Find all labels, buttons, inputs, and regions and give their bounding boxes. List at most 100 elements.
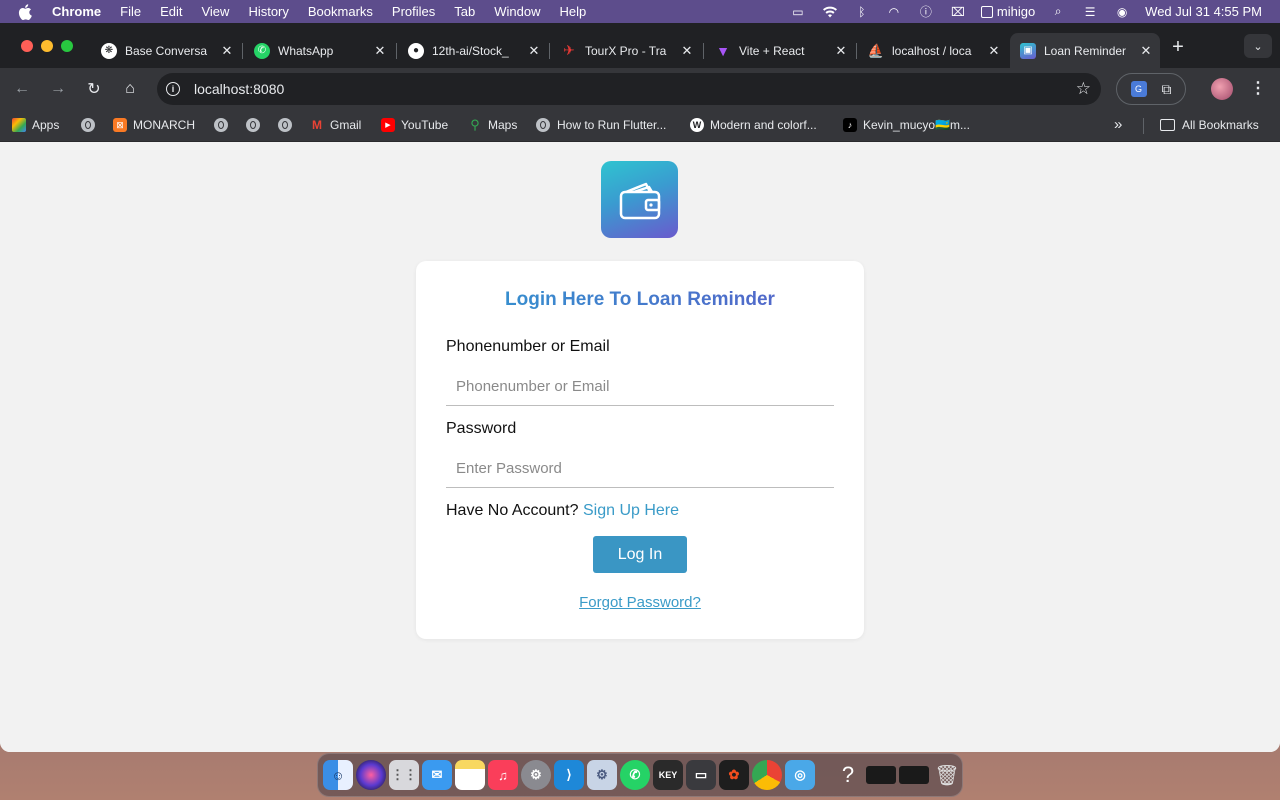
tab-label: Vite + React: [739, 43, 805, 58]
forgot-password-link[interactable]: Forgot Password?: [416, 594, 864, 611]
minimize-window-button[interactable]: [41, 40, 53, 52]
signup-link[interactable]: Sign Up Here: [583, 502, 679, 519]
input-source-icon[interactable]: ⌧: [949, 5, 967, 19]
extensions-puzzle-icon[interactable]: ⧉: [1162, 81, 1172, 98]
bookmark-modern-colorful[interactable]: W Modern and colorf...: [690, 118, 817, 132]
chrome-icon[interactable]: [752, 760, 782, 790]
trash-icon[interactable]: 🗑: [932, 760, 962, 790]
menu-tab[interactable]: Tab: [454, 4, 475, 19]
bookmarks-overflow-chevron-icon[interactable]: »: [1114, 116, 1122, 133]
menu-file[interactable]: File: [120, 4, 141, 19]
finder-icon[interactable]: ☺: [323, 760, 353, 790]
menu-help[interactable]: Help: [560, 4, 587, 19]
bookmark-monarch[interactable]: ⊠ MONARCH: [113, 118, 195, 132]
close-tab-icon[interactable]: ✕: [833, 43, 849, 59]
globe-icon: [81, 118, 95, 132]
bookmark-tiktok[interactable]: ♪ Kevin_mucyo🇷🇼m...: [843, 118, 970, 132]
tab-label: localhost / loca: [892, 43, 972, 58]
address-bar[interactable]: i ☆: [157, 73, 1101, 105]
bookmark-label: MONARCH: [133, 118, 195, 132]
bookmark-youtube[interactable]: ▶ YouTube: [381, 118, 448, 132]
bookmark-gmail[interactable]: M Gmail: [310, 118, 361, 132]
forward-arrow-icon[interactable]: →: [48, 79, 68, 99]
bookmark-globe-4[interactable]: [278, 118, 292, 132]
reload-icon[interactable]: ↻: [84, 79, 104, 99]
control-center-icon[interactable]: ☰: [1081, 5, 1099, 19]
all-bookmarks-button[interactable]: All Bookmarks: [1160, 118, 1259, 132]
mail-icon[interactable]: ✉: [422, 760, 452, 790]
figma-icon[interactable]: ✿: [719, 760, 749, 790]
tab-search-button[interactable]: ⌄: [1244, 34, 1272, 58]
headphones-icon[interactable]: ◠: [885, 5, 903, 19]
bookmark-star-icon[interactable]: ☆: [1076, 79, 1091, 99]
menu-clock[interactable]: Wed Jul 31 4:55 PM: [1145, 4, 1262, 19]
kebab-menu-icon[interactable]: ⋮: [1250, 78, 1266, 98]
bluetooth-icon[interactable]: ᛒ: [853, 5, 871, 19]
bookmark-maps[interactable]: ⚲ Maps: [468, 117, 517, 132]
password-input[interactable]: [446, 450, 834, 488]
notes-icon[interactable]: [455, 760, 485, 790]
menu-bookmarks[interactable]: Bookmarks: [308, 4, 373, 19]
zoom-window-button[interactable]: [61, 40, 73, 52]
bookmark-globe-1[interactable]: [81, 118, 95, 132]
vscode-icon[interactable]: ⟩: [554, 760, 584, 790]
spotlight-search-icon[interactable]: ⌕: [1049, 4, 1067, 19]
identifier-input[interactable]: [446, 368, 834, 406]
whatsapp-icon[interactable]: ✆: [620, 760, 650, 790]
menu-app-name[interactable]: Chrome: [52, 4, 101, 19]
tab-tourx-pro[interactable]: ✈ TourX Pro - Tra ✕: [551, 33, 701, 68]
close-window-button[interactable]: [21, 40, 33, 52]
window-icon[interactable]: ▭: [686, 760, 716, 790]
app-icon[interactable]: ◎: [785, 760, 815, 790]
login-button[interactable]: Log In: [593, 536, 687, 573]
help-icon[interactable]: ?: [833, 760, 863, 790]
bookmark-globe-2[interactable]: [214, 118, 228, 132]
bookmark-label: Apps: [32, 118, 60, 132]
globe-icon: [214, 118, 228, 132]
menu-history[interactable]: History: [248, 4, 288, 19]
apple-icon[interactable]: [18, 3, 32, 20]
new-tab-button[interactable]: +: [1168, 36, 1188, 59]
home-icon[interactable]: ⌂: [120, 79, 140, 99]
close-tab-icon[interactable]: ✕: [986, 43, 1002, 59]
tab-separator: [703, 43, 704, 59]
profile-avatar[interactable]: [1211, 78, 1233, 100]
close-tab-icon[interactable]: ✕: [219, 43, 235, 59]
launchpad-icon[interactable]: ⋮⋮: [389, 760, 419, 790]
close-tab-icon[interactable]: ✕: [526, 43, 542, 59]
tab-github-stock[interactable]: ● 12th-ai/Stock_ ✕: [398, 33, 548, 68]
settings-icon[interactable]: ⚙: [521, 760, 551, 790]
terminal-icon[interactable]: [866, 766, 896, 784]
bookmark-flutter[interactable]: How to Run Flutter...: [536, 118, 666, 132]
site-info-icon[interactable]: i: [166, 82, 180, 96]
siri-icon[interactable]: ◉: [1113, 5, 1131, 19]
menu-view[interactable]: View: [201, 4, 229, 19]
keynote-icon[interactable]: KEY: [653, 760, 683, 790]
bookmarks-bar: Apps ⊠ MONARCH M Gmail ▶ YouTube ⚲ Maps: [0, 110, 1280, 142]
siri-icon[interactable]: [356, 760, 386, 790]
tab-whatsapp[interactable]: ✆ WhatsApp ✕: [244, 33, 394, 68]
tab-vite-react[interactable]: ▼ Vite + React ✕: [705, 33, 855, 68]
translate-extension-icon[interactable]: G: [1130, 81, 1147, 97]
back-arrow-icon[interactable]: ←: [12, 79, 32, 99]
menu-window[interactable]: Window: [494, 4, 540, 19]
bookmark-apps[interactable]: Apps: [12, 118, 59, 132]
wifi-icon[interactable]: [821, 5, 839, 19]
battery-icon[interactable]: ▭: [789, 5, 807, 19]
tab-loan-reminder[interactable]: ▣ Loan Reminder ✕: [1010, 33, 1160, 68]
close-tab-icon[interactable]: ✕: [372, 43, 388, 59]
url-input[interactable]: [194, 81, 994, 97]
bookmark-globe-3[interactable]: [246, 118, 260, 132]
user-menu[interactable]: mihigo: [980, 4, 1035, 19]
close-tab-icon[interactable]: ✕: [679, 43, 695, 59]
menu-profiles[interactable]: Profiles: [392, 4, 435, 19]
tab-base-conversa[interactable]: ❋ Base Conversa ✕: [91, 33, 241, 68]
forgot-password-label[interactable]: Forgot Password?: [579, 594, 701, 611]
music-icon[interactable]: ♫: [488, 760, 518, 790]
close-tab-icon[interactable]: ✕: [1138, 43, 1154, 59]
terminal2-icon[interactable]: [899, 766, 929, 784]
preferences-icon[interactable]: ⚙: [587, 760, 617, 790]
tab-localhost-phpmyadmin[interactable]: ⛵ localhost / loca ✕: [858, 33, 1008, 68]
accessibility-icon[interactable]: ⓘ: [917, 5, 935, 19]
menu-edit[interactable]: Edit: [160, 4, 182, 19]
